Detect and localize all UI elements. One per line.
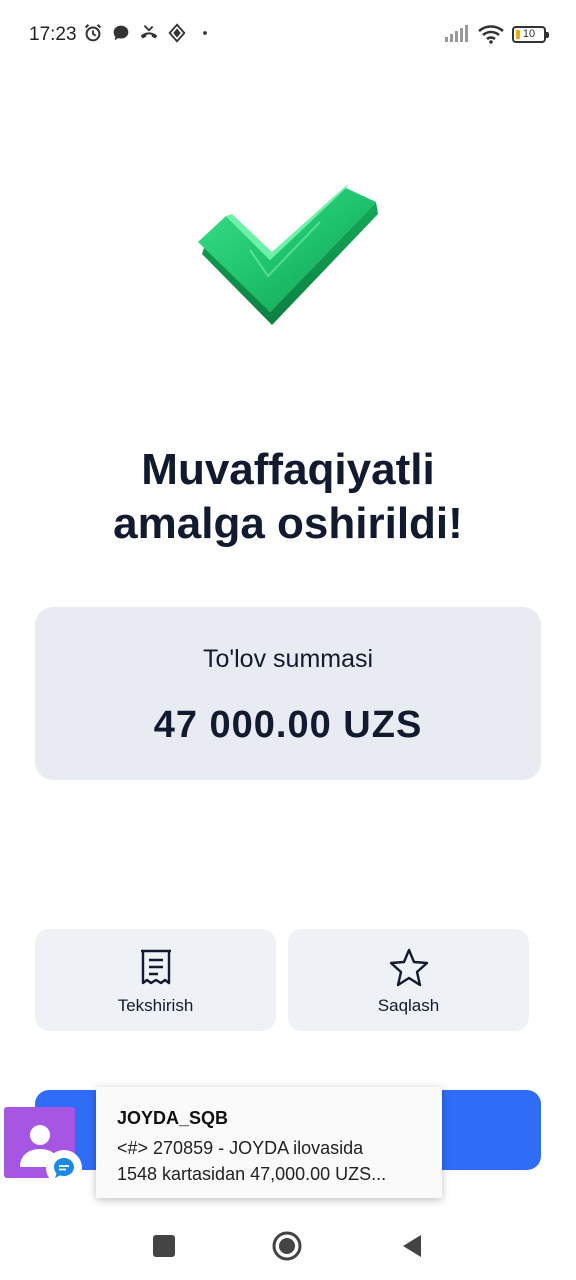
alarm-icon — [84, 24, 102, 42]
messages-badge — [46, 1150, 82, 1186]
check-receipt-label: Tekshirish — [117, 996, 194, 1015]
battery-icon: 10 — [512, 25, 549, 43]
battery-level: 10 — [522, 28, 536, 40]
dot-icon — [203, 31, 207, 35]
navigation-bar — [0, 1210, 576, 1280]
check-icon — [198, 184, 378, 325]
missed-call-icon — [140, 25, 158, 39]
save-label: Saqlash — [377, 996, 440, 1015]
receipt-icon — [140, 949, 171, 985]
payment-amount-card: To'lov summasi 47 000.00 UZS — [35, 607, 541, 780]
notification-line1: <#> 270859 - JOYDA ilovasida — [117, 1138, 364, 1158]
payment-amount-label: To'lov summasi — [202, 645, 374, 673]
status-bar: 17:23 10 — [0, 0, 576, 72]
notification-line2: 1548 kartasidan 47,000.00 UZS... — [117, 1164, 387, 1184]
status-time: 17:23 — [29, 24, 77, 45]
success-title-line1: Muvaffaqiyatli — [141, 445, 435, 494]
recents-button[interactable] — [148, 1230, 180, 1262]
check-receipt-button[interactable]: Tekshirish — [35, 929, 276, 1031]
success-title-line2: amalga oshirildi! — [113, 499, 463, 548]
star-icon — [389, 948, 428, 987]
back-button[interactable] — [397, 1230, 429, 1262]
sms-notification[interactable]: JOYDA_SQB <#> 270859 - JOYDA ilovasida 1… — [96, 1087, 442, 1198]
save-button[interactable]: Saqlash — [288, 929, 529, 1031]
notification-sender: JOYDA_SQB — [117, 1108, 229, 1128]
success-title: Muvaffaqiyatli amalga oshirildi! — [0, 443, 576, 551]
wifi-icon — [478, 25, 504, 44]
home-button[interactable] — [271, 1230, 303, 1262]
notification-body: <#> 270859 - JOYDA ilovasida 1548 kartas… — [117, 1135, 432, 1187]
battery-fill — [516, 29, 520, 39]
status-icons-left — [82, 22, 216, 44]
payment-amount-value: 47 000.00 UZS — [153, 704, 423, 746]
signal-icon — [445, 25, 468, 42]
message-icon — [54, 1158, 74, 1178]
app-notification-icon — [168, 23, 186, 43]
status-icons-right: 10 — [444, 24, 549, 44]
chat-bubble-icon — [113, 25, 129, 41]
